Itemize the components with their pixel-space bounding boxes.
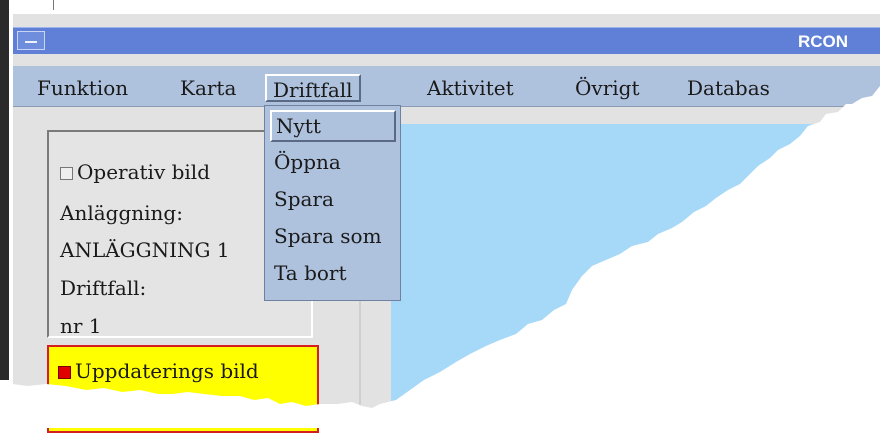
torn-paper-overlay (0, 86, 880, 428)
